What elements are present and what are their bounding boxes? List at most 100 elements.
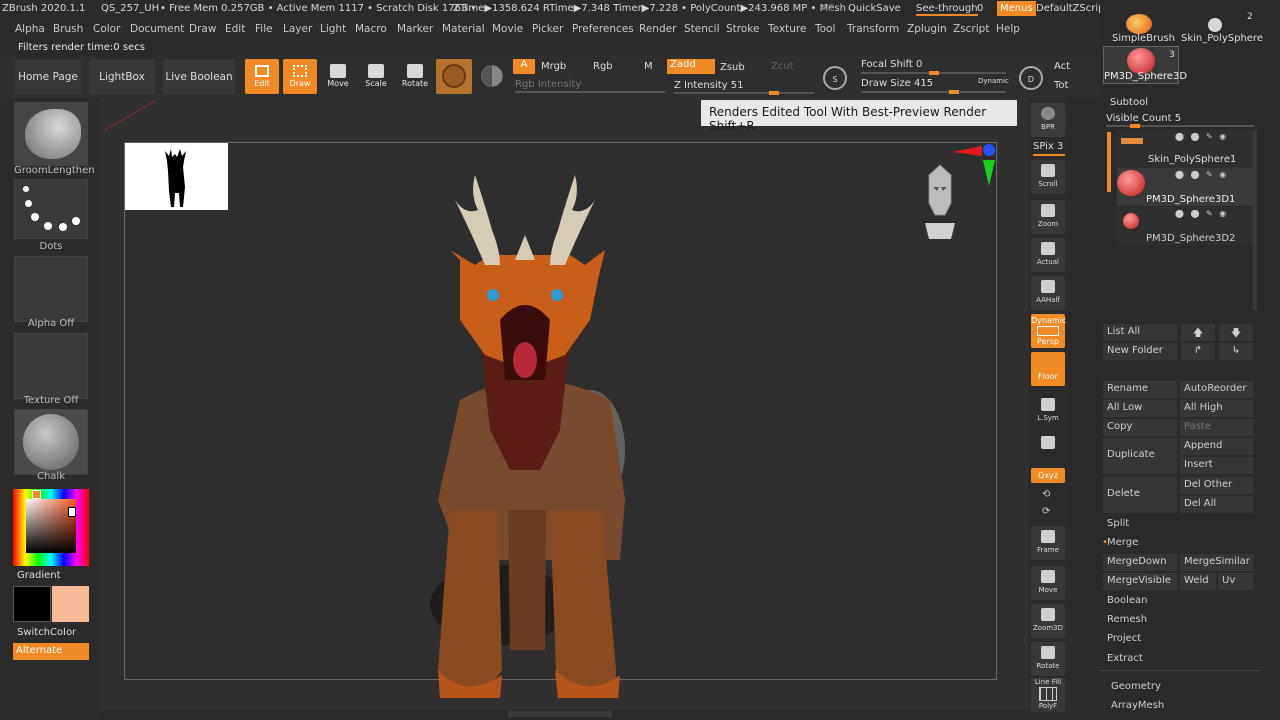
menu-texture[interactable]: Texture	[768, 23, 806, 35]
menu-marker[interactable]: Marker	[397, 23, 433, 35]
visible-count-slider[interactable]: Visible Count 5	[1106, 113, 1181, 124]
z-intensity-slider[interactable]: Z Intensity 51	[674, 80, 743, 91]
menu-layer[interactable]: Layer	[283, 23, 312, 35]
simplebrush-tool[interactable]: SimpleBrush	[1112, 33, 1175, 44]
copy-button[interactable]: Copy	[1103, 419, 1177, 436]
mrgb-toggle[interactable]: Mrgb	[541, 61, 566, 72]
dynamic-toggle[interactable]: Dynamic	[978, 77, 1009, 85]
geometry-section[interactable]: Geometry	[1111, 681, 1161, 692]
subtool-row[interactable]: ⬤ ⬤ ✎ ◉ Skin_PolySphere1	[1117, 130, 1257, 168]
move-button[interactable]: Move	[321, 61, 355, 95]
texture-thumbnail[interactable]	[14, 333, 88, 399]
focal-shift-slider[interactable]: Focal Shift 0	[861, 59, 922, 70]
duplicate-button[interactable]: Duplicate	[1103, 438, 1177, 474]
pm3d-sphere-tool[interactable]: 3 PM3D_Sphere3D	[1103, 46, 1187, 84]
spix-slider[interactable]: SPix 3	[1033, 141, 1063, 152]
quicksave-button[interactable]: QuickSave	[848, 3, 901, 14]
d-icon[interactable]: D	[1019, 66, 1043, 90]
menu-picker[interactable]: Picker	[532, 23, 563, 35]
menu-stencil[interactable]: Stencil	[684, 23, 720, 35]
visible-count-handle[interactable]	[1130, 124, 1140, 128]
menu-help[interactable]: Help	[996, 23, 1020, 35]
move-view-button[interactable]: Move	[1031, 566, 1065, 600]
subtool-scrollbar[interactable]	[1253, 130, 1257, 310]
persp-button[interactable]: Dynamic Persp	[1031, 314, 1066, 348]
subtool-row[interactable]: ⬤ ⬤ ✎ ◉ PM3D_Sphere3D1	[1117, 168, 1257, 206]
scroll-button[interactable]: Scroll	[1031, 160, 1065, 194]
actual-button[interactable]: Actual	[1031, 238, 1065, 272]
project-section[interactable]: Project	[1107, 633, 1141, 644]
silhouette-preview[interactable]	[125, 143, 228, 210]
rotate-y-icon[interactable]: ⟲	[1042, 489, 1050, 500]
boolean-section[interactable]: Boolean	[1107, 595, 1148, 606]
polysphere-icon[interactable]	[1208, 18, 1222, 32]
sculptris-s-icon[interactable]: S	[823, 66, 847, 90]
menu-stroke[interactable]: Stroke	[726, 23, 759, 35]
creature-model[interactable]	[420, 170, 650, 710]
menu-render[interactable]: Render	[639, 23, 676, 35]
bpr-button[interactable]: BPR	[1031, 103, 1065, 137]
floor-button[interactable]: Floor	[1031, 352, 1065, 386]
texture-sphere-icon[interactable]	[481, 65, 503, 87]
append-button[interactable]: Append	[1180, 438, 1254, 455]
aahalf-button[interactable]: AAHalf	[1031, 276, 1065, 310]
focal-shift-handle[interactable]	[929, 71, 939, 75]
polysphere-tool[interactable]: Skin_PolySphere	[1181, 33, 1263, 44]
rotate-view-button[interactable]: Rotate	[1031, 642, 1065, 676]
menu-zscript[interactable]: Zscript	[953, 23, 989, 35]
subtool-header[interactable]: Subtool	[1110, 97, 1148, 108]
move-up-icon[interactable]: ↱	[1181, 343, 1215, 360]
zadd-toggle[interactable]: Zadd	[667, 59, 715, 74]
m-toggle[interactable]: M	[644, 61, 653, 72]
subtool-controls-icon[interactable]: ⬤ ⬤ ✎ ◉	[1175, 132, 1228, 141]
subtool-controls-icon[interactable]: ⬤ ⬤ ✎ ◉	[1175, 209, 1228, 218]
menu-document[interactable]: Document	[130, 23, 184, 35]
default-zscript-button[interactable]: DefaultZScript	[1036, 3, 1108, 14]
zsub-toggle[interactable]: Zsub	[720, 62, 745, 73]
secondary-color-swatch[interactable]	[52, 586, 89, 622]
menu-zplugin[interactable]: Zplugin	[907, 23, 947, 35]
brush-thumbnail[interactable]	[14, 102, 88, 166]
draw-size-handle[interactable]	[949, 90, 959, 94]
extract-section[interactable]: Extract	[1107, 653, 1143, 664]
menu-file[interactable]: File	[255, 23, 273, 35]
rotate-button[interactable]: Rotate	[398, 61, 432, 95]
primary-color-swatch[interactable]	[13, 586, 51, 622]
insert-button[interactable]: Insert	[1180, 457, 1254, 474]
menu-material[interactable]: Material	[442, 23, 485, 35]
draw-button[interactable]: Draw	[283, 59, 317, 94]
menu-preferences[interactable]: Preferences	[572, 23, 634, 35]
all-high-button[interactable]: All High	[1180, 400, 1254, 417]
new-folder-button[interactable]: New Folder	[1103, 343, 1177, 360]
list-all-button[interactable]: List All	[1103, 324, 1177, 341]
material-thumbnail[interactable]	[14, 409, 88, 475]
zoom-button[interactable]: Zoom	[1031, 200, 1065, 234]
hue-marker-icon[interactable]	[32, 490, 41, 499]
menu-macro[interactable]: Macro	[355, 23, 387, 35]
simplebrush-icon[interactable]	[1126, 14, 1152, 34]
remesh-section[interactable]: Remesh	[1107, 614, 1147, 625]
lightbox-button[interactable]: LightBox	[89, 59, 155, 95]
arrow-down-icon[interactable]: 🡇	[1219, 324, 1253, 341]
mergevisible-button[interactable]: MergeVisible	[1103, 573, 1177, 590]
gradient-label[interactable]: Gradient	[17, 570, 61, 581]
merge-section[interactable]: Merge	[1107, 537, 1138, 548]
live-boolean-button[interactable]: Live Boolean	[163, 59, 235, 95]
a-toggle[interactable]: A	[513, 59, 535, 74]
menu-edit[interactable]: Edit	[225, 23, 245, 35]
edit-button[interactable]: Edit	[245, 59, 279, 94]
rgb-intensity-slider[interactable]: Rgb Intensity	[515, 79, 581, 90]
move-down-icon[interactable]: ↳	[1219, 343, 1253, 360]
axis-gizmo[interactable]	[952, 142, 998, 188]
menu-movie[interactable]: Movie	[492, 23, 523, 35]
color-marker-icon[interactable]	[68, 507, 76, 517]
menu-draw[interactable]: Draw	[189, 23, 216, 35]
frame-button[interactable]: Frame	[1031, 526, 1065, 560]
menus-toggle[interactable]: Menus	[997, 1, 1036, 16]
alpha-thumbnail[interactable]	[14, 256, 88, 322]
rotate-z-icon[interactable]: ⟳	[1042, 506, 1050, 517]
menu-alpha[interactable]: Alpha	[15, 23, 45, 35]
bottom-tray-handle[interactable]	[508, 711, 612, 717]
stroke-thumbnail[interactable]	[14, 179, 88, 239]
paste-button[interactable]: Paste	[1180, 419, 1254, 436]
